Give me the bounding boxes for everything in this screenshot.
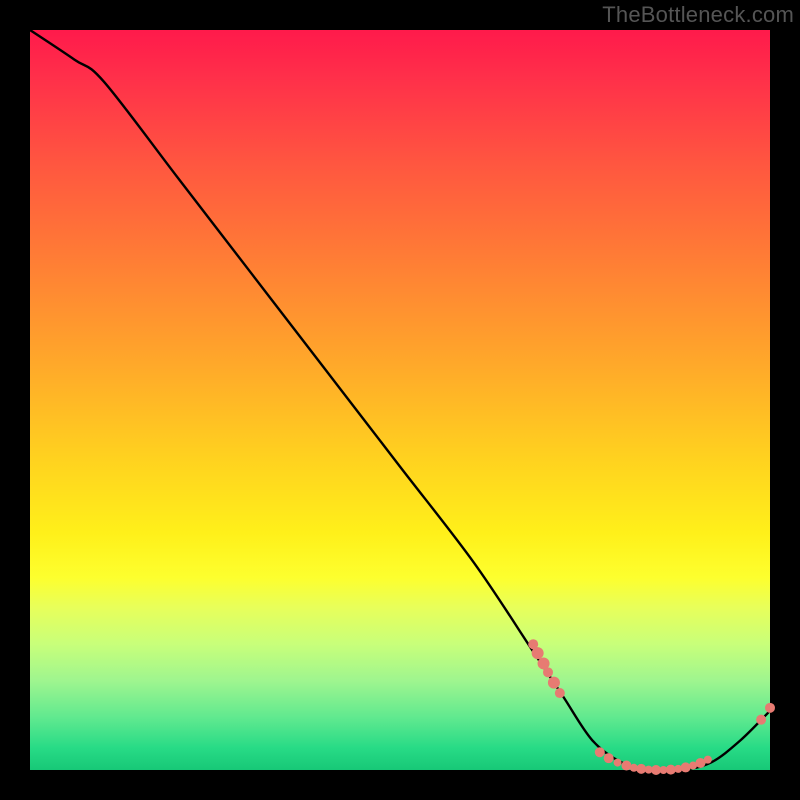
curve-marker [614,759,622,767]
curve-marker [681,762,691,772]
curve-layer [30,30,770,770]
curve-marker [621,761,631,771]
curve-marker [532,647,544,659]
curve-marker [595,747,605,757]
attribution-label: TheBottleneck.com [602,2,794,28]
curve-marker [604,753,614,763]
curve-marker [555,688,565,698]
curve-markers [528,639,775,775]
plot-area [30,30,770,770]
curve-marker [548,677,560,689]
bottleneck-curve [30,30,770,771]
curve-marker [756,715,766,725]
curve-marker [765,703,775,713]
chart-frame: TheBottleneck.com [0,0,800,800]
curve-marker [704,756,712,764]
curve-marker [543,667,553,677]
